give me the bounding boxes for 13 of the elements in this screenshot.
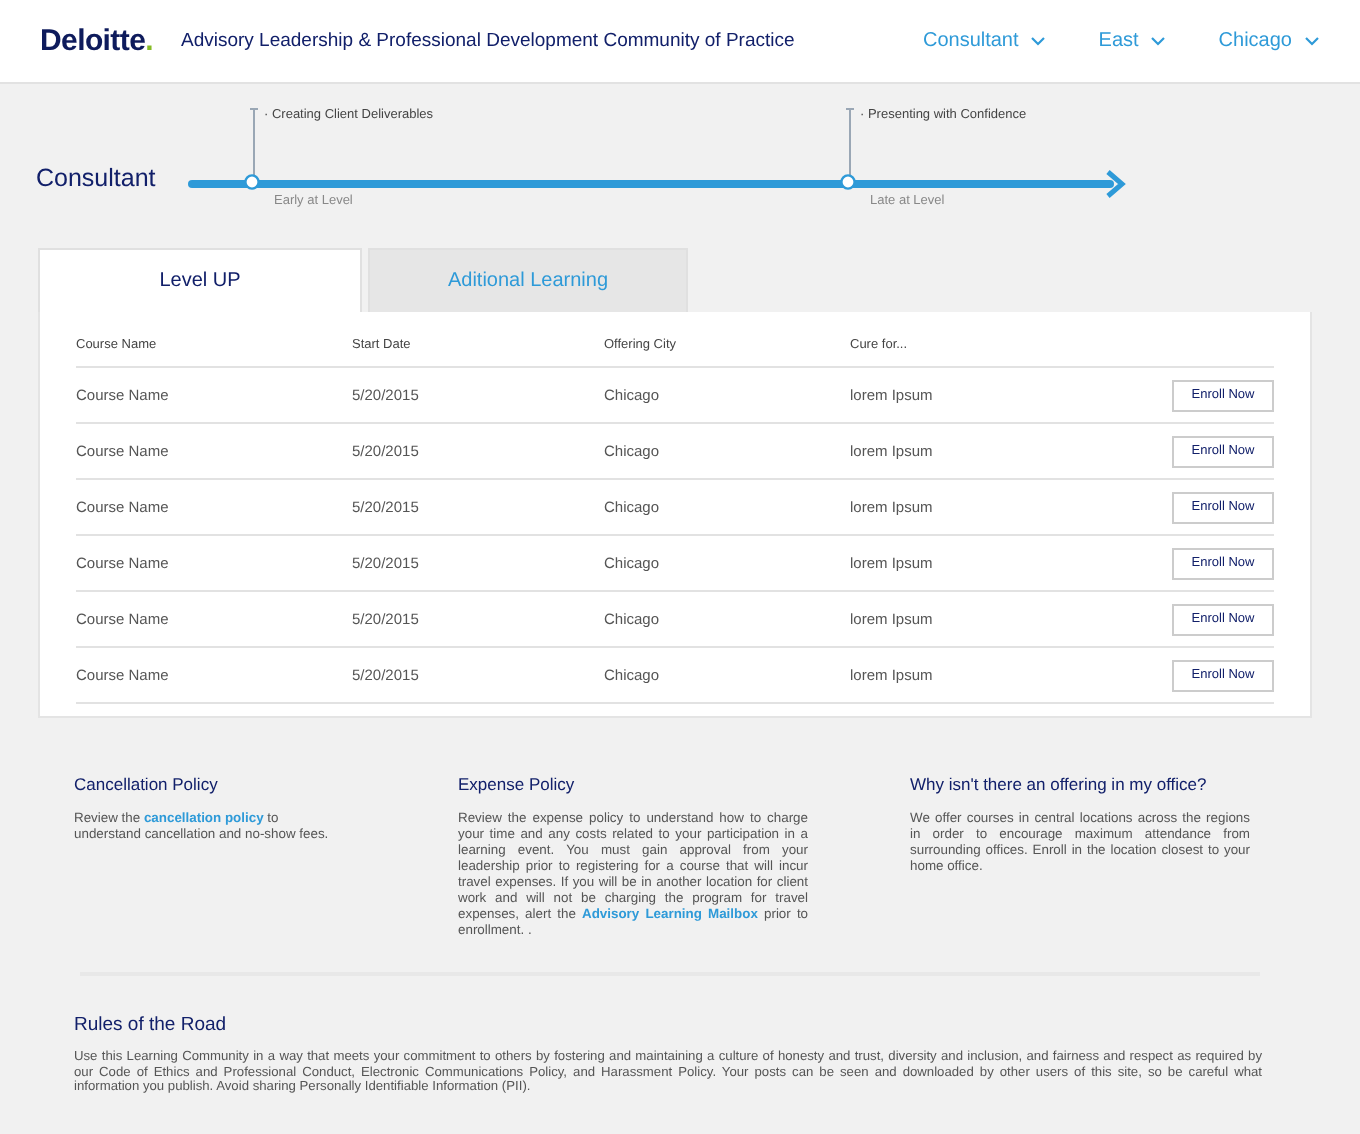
section-heading: Expense Policy <box>458 774 577 794</box>
section-heading: Why isn't there an offering in my office? <box>910 774 1209 794</box>
milestone-dot <box>840 174 856 190</box>
level-label: Consultant <box>36 164 156 192</box>
chevron-down-icon <box>1150 36 1167 46</box>
chevron-down-icon <box>1030 36 1047 46</box>
section-heading: Cancellation Policy <box>74 774 220 794</box>
chevron-down-icon <box>1304 36 1320 46</box>
site-title: Advisory Leadership & Professional Development Community of Practice <box>180 30 797 52</box>
section-heading: Rules of the Road <box>74 1014 229 1037</box>
logo: Deloitte. <box>40 24 153 58</box>
tab[interactable]: Level UP <box>38 248 362 312</box>
milestone-dot <box>244 174 260 190</box>
